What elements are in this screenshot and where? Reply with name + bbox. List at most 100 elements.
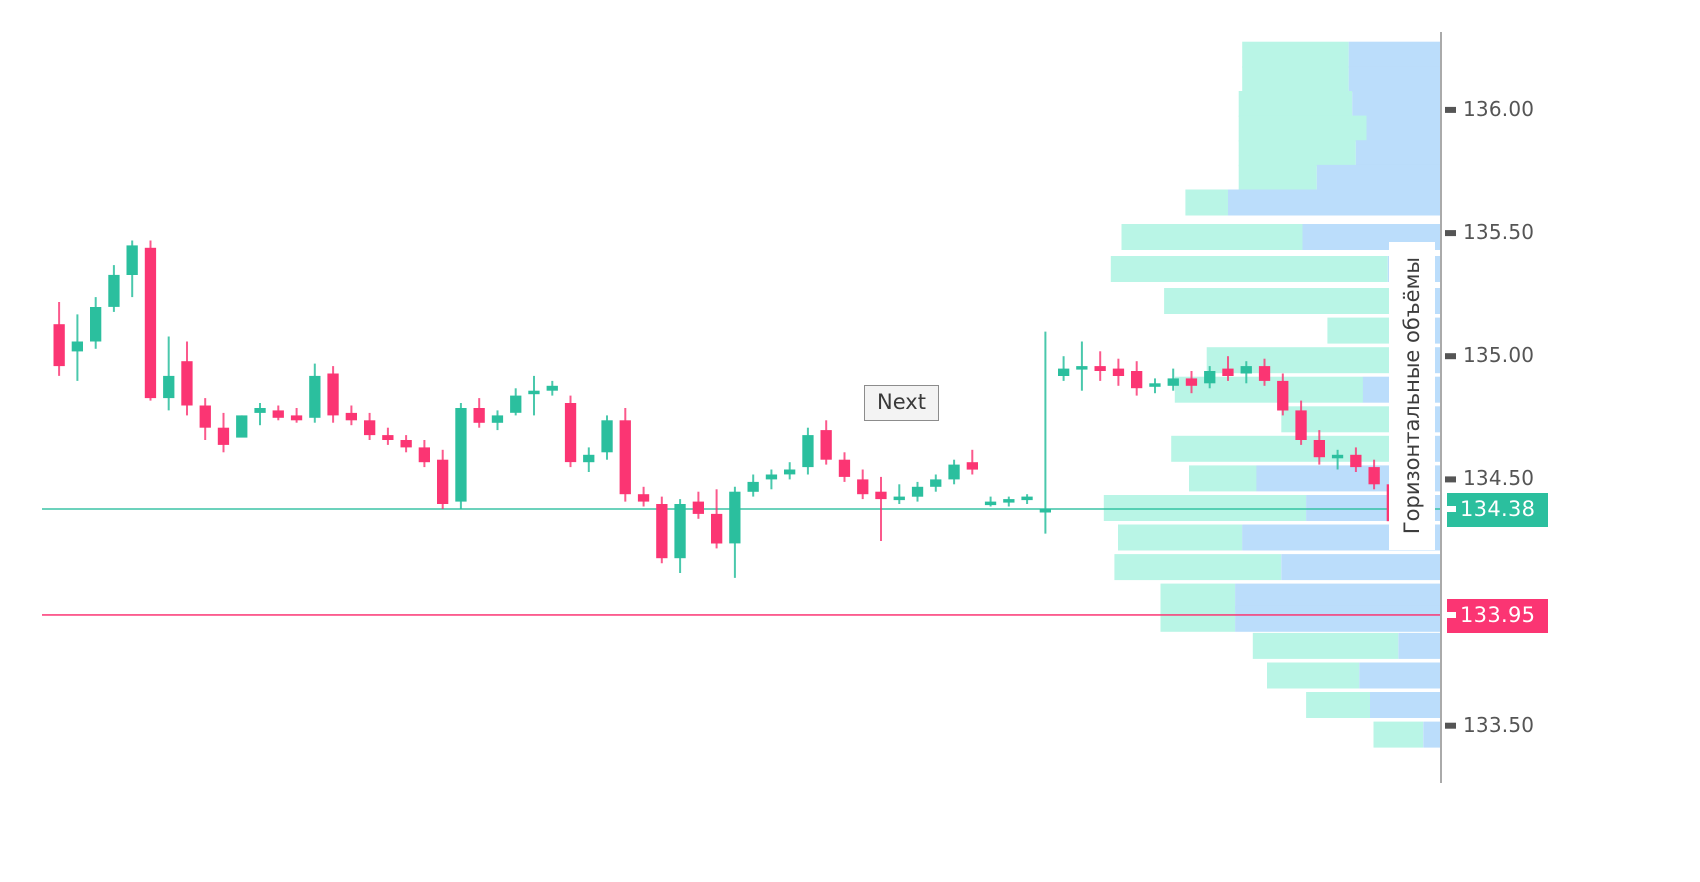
volume-profile-buy-bar	[1238, 140, 1356, 167]
candlestick-body	[1185, 378, 1198, 386]
candlestick-body	[564, 403, 577, 463]
candlestick-body	[90, 307, 102, 342]
candlestick	[71, 314, 83, 381]
price-marker-tick-nub	[1445, 505, 1456, 512]
candlestick	[911, 481, 924, 502]
candlestick-body	[893, 496, 905, 501]
volume-profile-buy-bar	[1110, 256, 1388, 282]
candlestick	[1039, 331, 1051, 534]
candlestick-body	[272, 410, 284, 418]
candlestick	[546, 380, 558, 396]
candlestick-body	[1204, 371, 1216, 384]
candlestick-body	[1295, 410, 1307, 440]
candlestick-body	[1313, 440, 1325, 458]
volume-profile-buy-bar	[1164, 288, 1395, 314]
candlestick-body	[1112, 368, 1125, 376]
candlestick	[199, 398, 211, 440]
price-axis-tick-mark	[1445, 353, 1456, 360]
price-marker-tick-nub	[1445, 611, 1456, 618]
candlestick-body	[1149, 383, 1161, 387]
volume-profile-buy-bar	[1238, 115, 1367, 142]
candlestick	[528, 375, 540, 416]
candlestick-body	[1131, 371, 1143, 389]
volume-profile-buy-bar	[1306, 692, 1370, 718]
candlestick-body	[345, 412, 357, 421]
candlestick	[418, 440, 430, 468]
volume-profile-sell-bar	[1398, 632, 1441, 659]
candlestick	[236, 415, 248, 438]
candlestick-body	[1021, 496, 1033, 501]
candlestick-body	[455, 408, 467, 502]
candlestick-body	[747, 481, 759, 492]
volume-profile-sell-bar	[1235, 605, 1441, 632]
price-axis-tick-label: 135.00	[1463, 343, 1535, 368]
volume-profile-sell-bar	[1352, 91, 1442, 117]
volume-profile-sell-bar	[1370, 692, 1441, 718]
volume-profile-buy-bar	[1242, 66, 1349, 93]
price-axis-tick-label: 136.00	[1463, 96, 1535, 121]
current-price-badge[interactable]: 134.38	[1447, 492, 1549, 527]
candlestick-body	[1167, 378, 1179, 386]
candlestick	[144, 240, 157, 401]
volume-profile-buy-bar	[1160, 605, 1236, 632]
candlestick	[1112, 358, 1125, 386]
candlestick-body	[1277, 380, 1289, 411]
candlestick-body	[802, 435, 814, 468]
candlestick	[491, 410, 504, 431]
candlestick	[729, 486, 741, 578]
candlestick	[1058, 356, 1070, 381]
candlestick-body	[1003, 499, 1015, 503]
next-button[interactable]: Next	[864, 385, 939, 422]
candlestick-body	[784, 469, 796, 475]
volume-profile-sell-bar	[1423, 721, 1441, 748]
candlestick-body	[254, 408, 266, 413]
reference-price-badge[interactable]: 133.95	[1447, 598, 1549, 633]
volume-profile-sell-bar	[1228, 189, 1441, 216]
candlestick	[765, 469, 778, 490]
candlestick	[893, 484, 905, 504]
candlestick-body	[290, 415, 303, 421]
candlestick-body	[309, 375, 321, 418]
candlestick-body	[327, 373, 339, 416]
volume-profile-sell-bar	[1316, 164, 1441, 191]
price-axis-tick-label: 134.50	[1463, 466, 1535, 491]
candlestick	[364, 412, 376, 440]
candlestick	[838, 452, 851, 482]
candlestick-body	[181, 361, 193, 406]
candlestick	[272, 405, 284, 421]
candlestick-body	[510, 395, 522, 413]
candlestick-body	[546, 385, 558, 391]
candlestick-body	[966, 462, 978, 470]
candlestick	[163, 336, 175, 411]
candlestick	[564, 395, 577, 468]
candlestick-body	[199, 405, 211, 428]
volume-profile-buy-bar	[1206, 347, 1420, 374]
volume-profile-buy-bar	[1189, 465, 1257, 492]
candlestick-body	[619, 420, 631, 495]
candlestick-body	[765, 474, 778, 480]
volume-profile-axis-title: Горизонтальные объёмы	[1389, 242, 1435, 550]
volume-profile-buy-bar	[1171, 435, 1413, 462]
candlestick-body	[583, 454, 595, 463]
candlestick-body	[1368, 467, 1380, 485]
candlestick	[510, 388, 522, 416]
candlestick	[619, 408, 631, 502]
candlestick	[1131, 361, 1143, 396]
candlestick-body	[364, 420, 376, 436]
candlestick	[437, 449, 449, 509]
candlestick	[984, 496, 997, 507]
volume-profile-sell-bar	[1281, 554, 1441, 581]
candlestick	[473, 398, 485, 428]
candlestick	[711, 489, 723, 549]
volume-profile-sell-bar	[1348, 41, 1441, 68]
candlestick	[674, 499, 686, 573]
candlestick-body	[637, 494, 650, 502]
price-axis-tick-mark	[1445, 722, 1456, 729]
candlestick-body	[1331, 454, 1344, 459]
candlestick-body	[108, 274, 120, 307]
candlestick	[637, 486, 650, 507]
candlestick-body	[1094, 366, 1106, 371]
candlestick	[108, 265, 120, 312]
candlestick-body	[857, 479, 869, 495]
candlestick-body	[601, 420, 613, 453]
